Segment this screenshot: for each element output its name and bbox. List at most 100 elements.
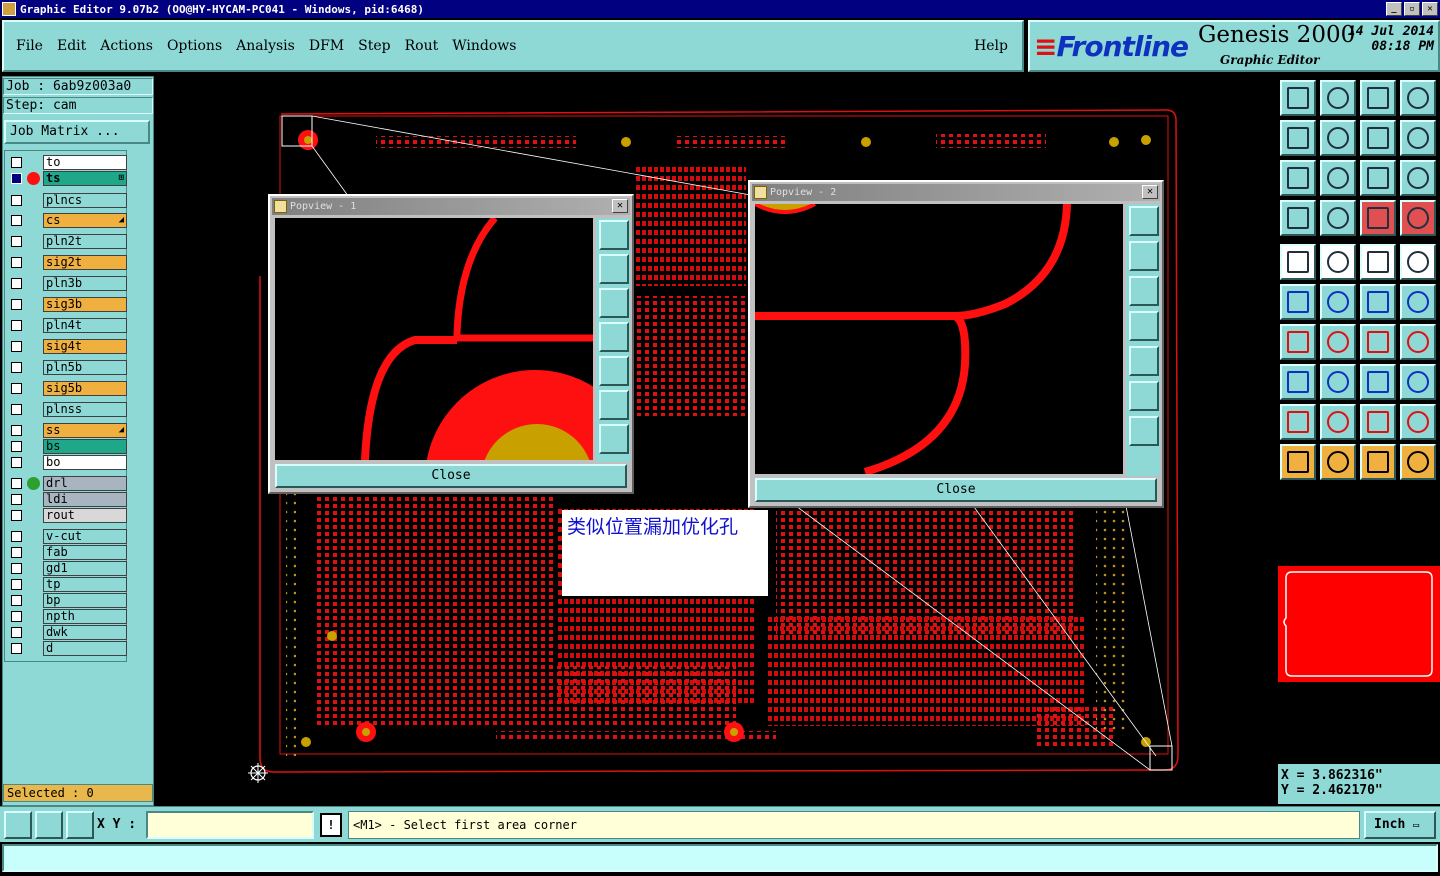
popview-2-titlebar[interactable]: Popview - 2 bbox=[752, 184, 1160, 201]
layer-checkbox[interactable] bbox=[11, 383, 22, 394]
snake-icon[interactable] bbox=[1400, 120, 1436, 156]
pan-down-icon[interactable] bbox=[599, 288, 629, 318]
ruler-icon[interactable] bbox=[1360, 244, 1396, 280]
measure-icon[interactable] bbox=[35, 811, 63, 839]
triangle-icon[interactable] bbox=[1280, 404, 1316, 440]
text-icon[interactable] bbox=[1400, 324, 1436, 360]
house-icon[interactable] bbox=[1360, 80, 1396, 116]
alert-icon[interactable]: ! bbox=[320, 813, 342, 837]
line-icon[interactable] bbox=[1360, 284, 1396, 320]
layer-checkbox[interactable] bbox=[11, 320, 22, 331]
layer-checkbox[interactable] bbox=[11, 510, 22, 521]
menu-actions[interactable]: Actions bbox=[100, 38, 153, 54]
pan-right-icon[interactable] bbox=[599, 356, 629, 386]
pad-icon[interactable] bbox=[1400, 244, 1436, 280]
layer-checkbox[interactable] bbox=[11, 563, 22, 574]
layer-row-pln4t[interactable]: pln4t bbox=[9, 318, 129, 334]
layer-name[interactable]: bo bbox=[43, 455, 127, 470]
layer-checkbox[interactable] bbox=[11, 257, 22, 268]
layer-checkbox[interactable] bbox=[11, 494, 22, 505]
layer-name[interactable]: d bbox=[43, 641, 127, 656]
layer-row-rout[interactable]: rout bbox=[9, 508, 129, 524]
menu-step[interactable]: Step bbox=[358, 38, 390, 54]
layer-checkbox[interactable] bbox=[11, 341, 22, 352]
layer-name[interactable]: bs bbox=[43, 439, 127, 454]
popview-2-window[interactable]: Popview - 2 ✕ Close bbox=[748, 180, 1164, 508]
mirror-icon[interactable] bbox=[1360, 120, 1396, 156]
zoom-home-icon[interactable] bbox=[1320, 80, 1356, 116]
layer-name[interactable]: fab bbox=[43, 545, 127, 560]
zoom-out-icon[interactable] bbox=[1129, 416, 1159, 446]
menu-options[interactable]: Options bbox=[167, 38, 222, 54]
layer-checkbox[interactable] bbox=[11, 404, 22, 415]
layer-link-icon[interactable] bbox=[1360, 200, 1396, 236]
layer-checkbox[interactable] bbox=[11, 236, 22, 247]
layer-row-pln5b[interactable]: pln5b bbox=[9, 360, 129, 376]
layer-row-npth[interactable]: npth bbox=[9, 609, 129, 625]
settings-icon[interactable] bbox=[1280, 200, 1316, 236]
layer-name[interactable]: sig5b bbox=[43, 381, 127, 396]
cluster-icon[interactable] bbox=[1400, 364, 1436, 400]
layer-row-to[interactable]: to bbox=[9, 155, 129, 171]
unit-selector[interactable]: Inch ▭ bbox=[1364, 811, 1436, 839]
zoom-fit-icon[interactable] bbox=[1280, 160, 1316, 196]
layer-name[interactable]: pln2t bbox=[43, 234, 127, 249]
layer-name[interactable]: v-cut bbox=[43, 529, 127, 544]
layer-checkbox[interactable] bbox=[11, 579, 22, 590]
layer-name[interactable]: pln5b bbox=[43, 360, 127, 375]
layer-name[interactable]: gd1 bbox=[43, 561, 127, 576]
layer-checkbox[interactable] bbox=[11, 547, 22, 558]
zoom-in-icon[interactable] bbox=[599, 390, 629, 420]
help-icon[interactable] bbox=[1400, 160, 1436, 196]
layer-name[interactable]: plnss bbox=[43, 402, 127, 417]
zoom-window-icon[interactable] bbox=[1129, 206, 1159, 236]
layer-name[interactable]: to bbox=[43, 155, 127, 170]
popview-1-titlebar[interactable]: Popview - 1 bbox=[272, 198, 630, 215]
layer-checkbox[interactable] bbox=[11, 425, 22, 436]
layer-name[interactable]: sig4t bbox=[43, 339, 127, 354]
layer-row-fab[interactable]: fab bbox=[9, 545, 129, 561]
pointer-arrow-icon[interactable] bbox=[1360, 444, 1396, 480]
layer-row-sig2t[interactable]: sig2t bbox=[9, 255, 129, 271]
grid-icon[interactable] bbox=[66, 811, 94, 839]
layer-name[interactable]: dwk bbox=[43, 625, 127, 640]
triangle2-icon[interactable] bbox=[1320, 404, 1356, 440]
layer-row-v-cut[interactable]: v-cut bbox=[9, 529, 129, 545]
snap-icon[interactable] bbox=[4, 811, 32, 839]
zoom-center-icon[interactable] bbox=[1320, 160, 1356, 196]
layer-name[interactable]: tp bbox=[43, 577, 127, 592]
job-matrix-button[interactable]: Job Matrix ... bbox=[4, 120, 150, 144]
layer-name[interactable]: sig2t bbox=[43, 255, 127, 270]
layer-name[interactable]: plncs bbox=[43, 193, 127, 208]
layer-row-sig5b[interactable]: sig5b bbox=[9, 381, 129, 397]
home-icon[interactable] bbox=[1280, 80, 1316, 116]
layer-name[interactable]: bp bbox=[43, 593, 127, 608]
layer-row-cs[interactable]: cs ◢ bbox=[9, 213, 129, 229]
layer-name[interactable]: pln4t bbox=[43, 318, 127, 333]
layer-checkbox[interactable] bbox=[11, 173, 22, 184]
layer-row-bo[interactable]: bo bbox=[9, 455, 129, 471]
pan-down-icon[interactable] bbox=[1129, 276, 1159, 306]
layer-name[interactable]: rout bbox=[43, 508, 127, 523]
pan-left-icon[interactable] bbox=[599, 322, 629, 352]
popview-2-view[interactable] bbox=[755, 204, 1123, 474]
close-icon[interactable]: ✕ bbox=[1422, 2, 1438, 16]
pan-right-icon[interactable] bbox=[1320, 120, 1356, 156]
layer-checkbox[interactable] bbox=[11, 157, 22, 168]
menu-windows[interactable]: Windows bbox=[452, 38, 516, 54]
layer-checkbox[interactable] bbox=[11, 478, 22, 489]
layer-row-bs[interactable]: bs bbox=[9, 439, 129, 455]
layer-row-ss[interactable]: ss ◢ bbox=[9, 423, 129, 439]
maximize-icon[interactable]: ▫ bbox=[1404, 2, 1420, 16]
board-overview-map[interactable] bbox=[1278, 566, 1440, 682]
angle-icon[interactable] bbox=[1280, 324, 1316, 360]
pointer-icon[interactable] bbox=[1280, 444, 1316, 480]
shape-icon[interactable] bbox=[1360, 404, 1396, 440]
layer-name[interactable]: sig3b bbox=[43, 297, 127, 312]
popview-1-view[interactable] bbox=[275, 218, 593, 460]
rotate-icon[interactable] bbox=[1360, 324, 1396, 360]
layer-checkbox[interactable] bbox=[11, 611, 22, 622]
popview-1-window[interactable]: Popview - 1 ✕ Close bbox=[268, 194, 634, 494]
window-icon[interactable] bbox=[1400, 80, 1436, 116]
layer-checkbox[interactable] bbox=[11, 441, 22, 452]
